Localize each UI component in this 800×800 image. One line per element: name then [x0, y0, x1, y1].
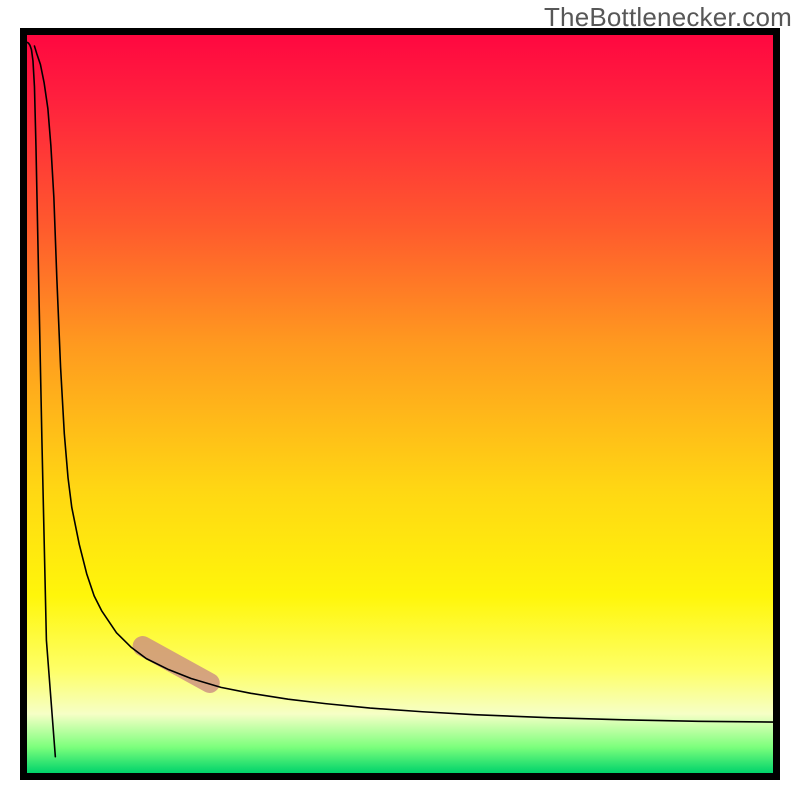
chart-frame	[20, 28, 780, 780]
bottleneck-curve-path	[34, 46, 773, 722]
highlight-marker	[143, 646, 210, 683]
chart-plot-area	[27, 35, 773, 773]
chart-svg	[27, 35, 773, 773]
